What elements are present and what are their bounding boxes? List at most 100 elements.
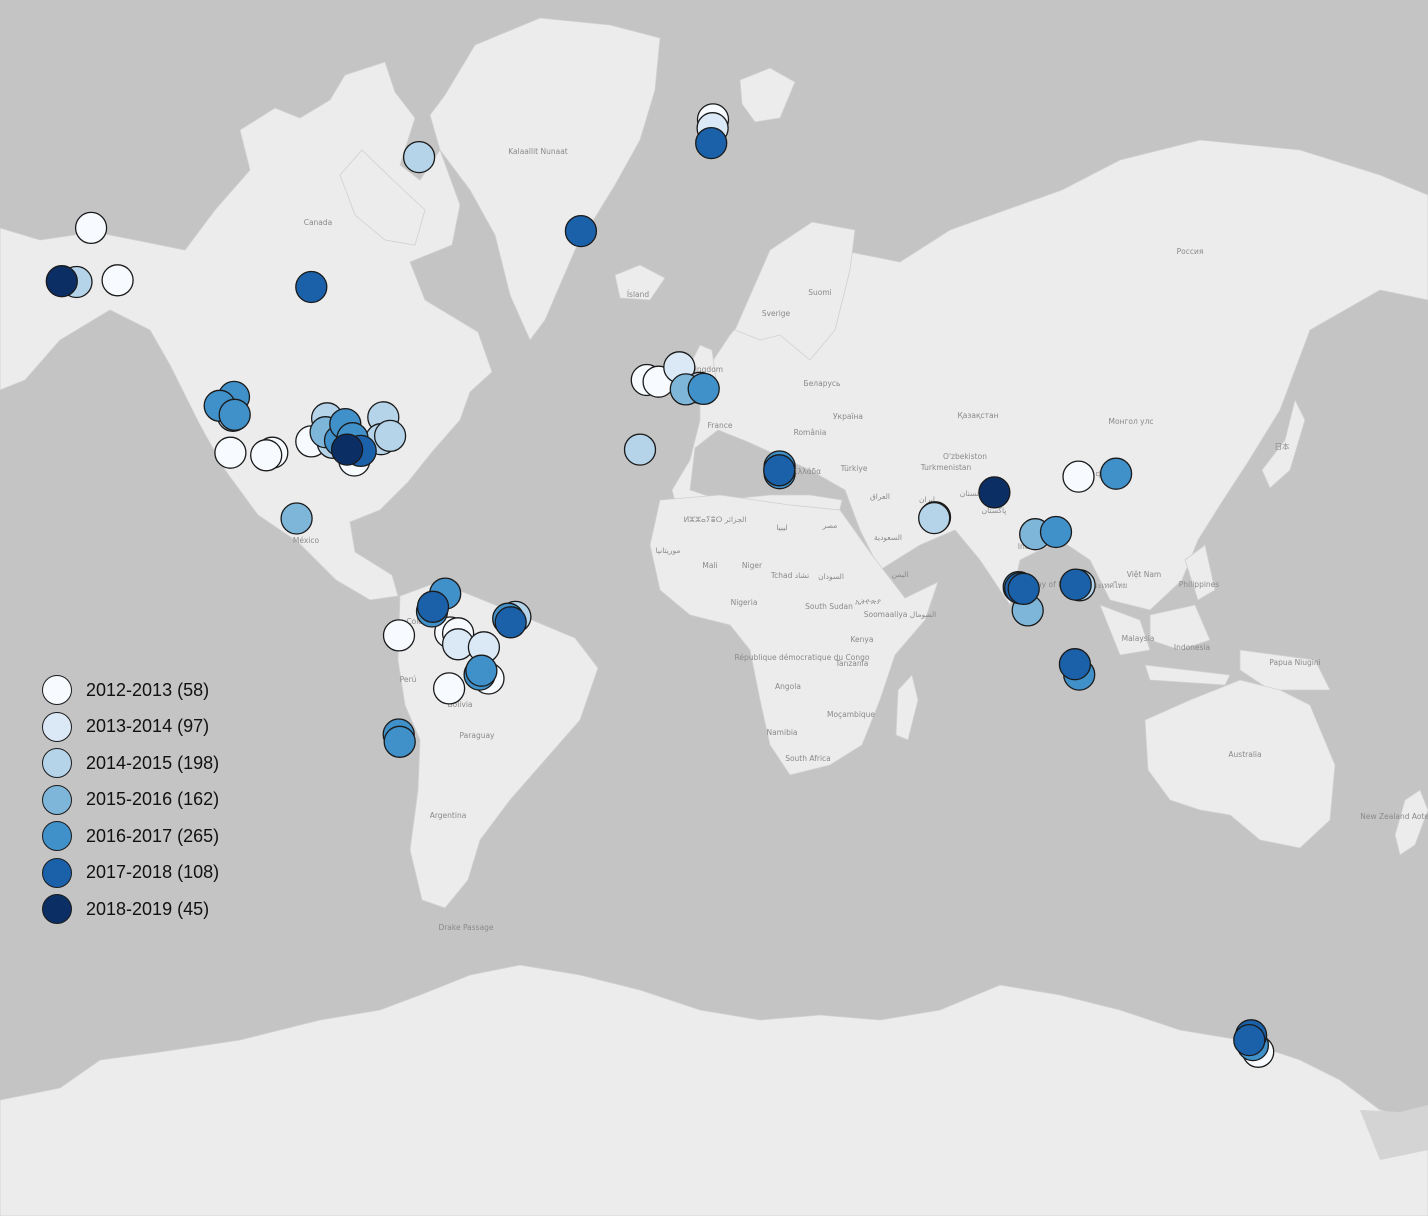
legend-swatch [42, 857, 72, 888]
site-marker [45, 265, 78, 298]
site-marker [373, 419, 407, 453]
site-marker [918, 501, 951, 535]
place-label: France [708, 421, 733, 430]
legend-swatch [42, 748, 72, 779]
legend-label: 2012-2013 (58) [86, 679, 210, 700]
site-marker [383, 725, 416, 758]
legend-item-2014-2015: 2014-2015 (198) [42, 745, 219, 782]
site-marker [1099, 457, 1133, 490]
site-marker [214, 436, 247, 469]
site-marker [101, 264, 134, 297]
place-label: Turkmenistan [920, 463, 972, 472]
place-label: السعودية [874, 533, 902, 542]
legend-swatch [42, 821, 72, 852]
site-marker [280, 502, 313, 535]
place-label: Suomi [808, 288, 832, 297]
place-label: Nigeria [731, 598, 758, 607]
legend: 2012-2013 (58) 2013-2014 (97) 2014-2015 … [42, 672, 219, 928]
site-marker [763, 454, 796, 487]
place-label: Türkiye [840, 464, 868, 473]
site-marker [978, 476, 1011, 509]
place-label: Tanzania [835, 659, 869, 668]
place-label: السودان [818, 572, 844, 581]
place-label: Ελλάδα [793, 467, 821, 476]
place-label: Papua Niugini [1269, 658, 1320, 667]
site-marker [1058, 648, 1092, 681]
site-marker [402, 140, 436, 174]
site-marker [1059, 568, 1092, 601]
place-label: Беларусь [804, 379, 841, 388]
site-marker [74, 211, 108, 245]
place-label: Қазақстан [957, 411, 998, 420]
site-marker [1039, 515, 1073, 549]
legend-item-2017-2018: 2017-2018 (108) [42, 855, 219, 892]
legend-label: 2014-2015 (198) [86, 752, 220, 773]
place-label: Paraguay [459, 731, 495, 740]
legend-label: 2013-2014 (97) [86, 716, 210, 737]
site-marker [432, 672, 466, 705]
site-marker [623, 433, 657, 466]
legend-item-2013-2014: 2013-2014 (97) [42, 709, 219, 746]
legend-swatch [42, 784, 72, 815]
place-label: O'zbekiston [943, 452, 987, 461]
site-marker [330, 433, 364, 466]
site-marker [416, 590, 450, 623]
site-marker [695, 126, 728, 160]
place-label: مصر [822, 521, 838, 530]
place-label: Canada [304, 218, 333, 227]
legend-label: 2017-2018 (108) [86, 862, 220, 883]
place-label: Drake Passage [438, 923, 493, 932]
legend-swatch [42, 894, 72, 925]
legend-item-2018-2019: 2018-2019 (45) [42, 891, 219, 928]
place-label: Malaysia [1122, 634, 1155, 643]
site-marker [1007, 572, 1040, 606]
site-marker [218, 398, 251, 431]
place-label: Australia [1228, 750, 1261, 759]
site-marker [1233, 1023, 1266, 1057]
place-label: اليمن [892, 570, 909, 579]
legend-swatch [42, 711, 72, 742]
place-label: Philippines [1179, 580, 1220, 589]
place-label: Россия [1177, 247, 1204, 256]
place-label: Indonesia [1174, 643, 1210, 652]
legend-label: 2016-2017 (265) [86, 825, 220, 846]
site-marker [687, 372, 720, 406]
place-label: Argentina [430, 811, 467, 820]
site-marker [250, 439, 283, 472]
legend-item-2015-2016: 2015-2016 (162) [42, 782, 219, 819]
place-label: Namibia [766, 728, 797, 737]
place-label: New Zealand Aotearoa [1360, 812, 1428, 821]
place-label: South Sudan [805, 602, 853, 611]
place-label: العراق [870, 492, 890, 501]
legend-label: 2018-2019 (45) [86, 898, 210, 919]
place-label: ليبيا [776, 523, 787, 532]
place-label: Sverige [762, 309, 791, 318]
place-label: موريتانيا [656, 546, 681, 555]
place-label: Tchad تشاد [770, 571, 809, 580]
site-marker [494, 606, 527, 639]
place-label: Việt Nam [1127, 570, 1162, 579]
legend-swatch [42, 675, 72, 706]
legend-item-2016-2017: 2016-2017 (265) [42, 818, 219, 855]
place-label: ኢትዮጵያ [855, 597, 881, 606]
place-label: Moçambique [827, 710, 875, 719]
place-label: Niger [742, 561, 763, 570]
place-label: Kalaallit Nunaat [508, 147, 568, 156]
place-label: Монгол улс [1108, 417, 1153, 426]
place-label: South Africa [785, 754, 831, 763]
site-marker [295, 270, 328, 304]
place-label: Angola [775, 682, 801, 691]
place-label: ⵍⵣⵣⴰⵢⴻⵔ الجزائر [684, 515, 747, 524]
site-marker [382, 619, 416, 652]
place-label: Ísland [627, 290, 650, 299]
legend-label: 2015-2016 (162) [86, 789, 220, 810]
place-label: Україна [833, 412, 863, 421]
place-label: México [293, 536, 320, 545]
world-map: Kalaallit Nunaat Canada Ísland Россия Su… [0, 0, 1428, 1216]
place-label: Soomaaliya الصومال [864, 610, 937, 619]
legend-item-2012-2013: 2012-2013 (58) [42, 672, 219, 709]
place-label: Mali [702, 561, 717, 570]
place-label: România [794, 428, 827, 437]
place-label: 日本 [1275, 441, 1291, 451]
site-marker [465, 654, 498, 687]
